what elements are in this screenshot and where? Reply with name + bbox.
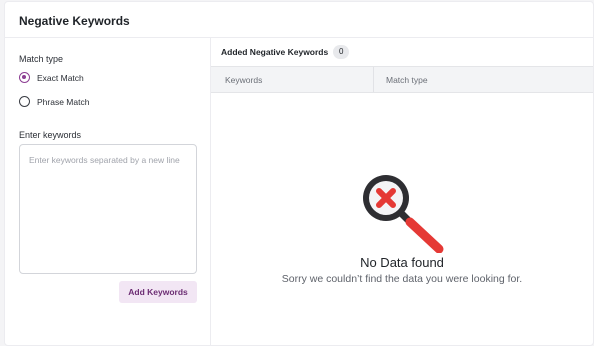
- radio-unselected-icon: [19, 96, 30, 107]
- add-keywords-button[interactable]: Add Keywords: [119, 281, 197, 303]
- exact-match-radio[interactable]: Exact Match: [19, 72, 84, 83]
- enter-keywords-label: Enter keywords: [19, 130, 82, 140]
- empty-state-title: No Data found: [360, 255, 444, 270]
- keyword-entry-pane: Match type Exact Match Phrase Match Ente…: [5, 38, 211, 345]
- keywords-table-header: Keywords Match type: [211, 66, 593, 93]
- added-keywords-pane: Added Negative Keywords 0 Keywords Match…: [211, 38, 593, 345]
- panel-title: Negative Keywords: [19, 14, 130, 28]
- negative-keywords-panel: Negative Keywords Match type Exact Match…: [4, 1, 594, 346]
- exact-match-label: Exact Match: [37, 72, 84, 83]
- radio-selected-icon: [19, 72, 30, 83]
- column-divider: [373, 67, 374, 92]
- added-keywords-header: Added Negative Keywords 0: [221, 45, 350, 59]
- added-keywords-label: Added Negative Keywords: [221, 47, 329, 57]
- empty-state-message: Sorry we couldn’t find the data you were…: [281, 273, 523, 285]
- column-match-type: Match type: [386, 74, 428, 85]
- panel-header: Negative Keywords: [5, 2, 593, 38]
- phrase-match-radio[interactable]: Phrase Match: [19, 96, 89, 107]
- column-keywords: Keywords: [225, 74, 263, 85]
- keywords-textarea[interactable]: [19, 144, 197, 274]
- count-badge: 0: [333, 45, 350, 59]
- phrase-match-label: Phrase Match: [37, 96, 90, 107]
- magnifier-x-icon: [361, 171, 451, 258]
- match-type-label: Match type: [19, 54, 64, 64]
